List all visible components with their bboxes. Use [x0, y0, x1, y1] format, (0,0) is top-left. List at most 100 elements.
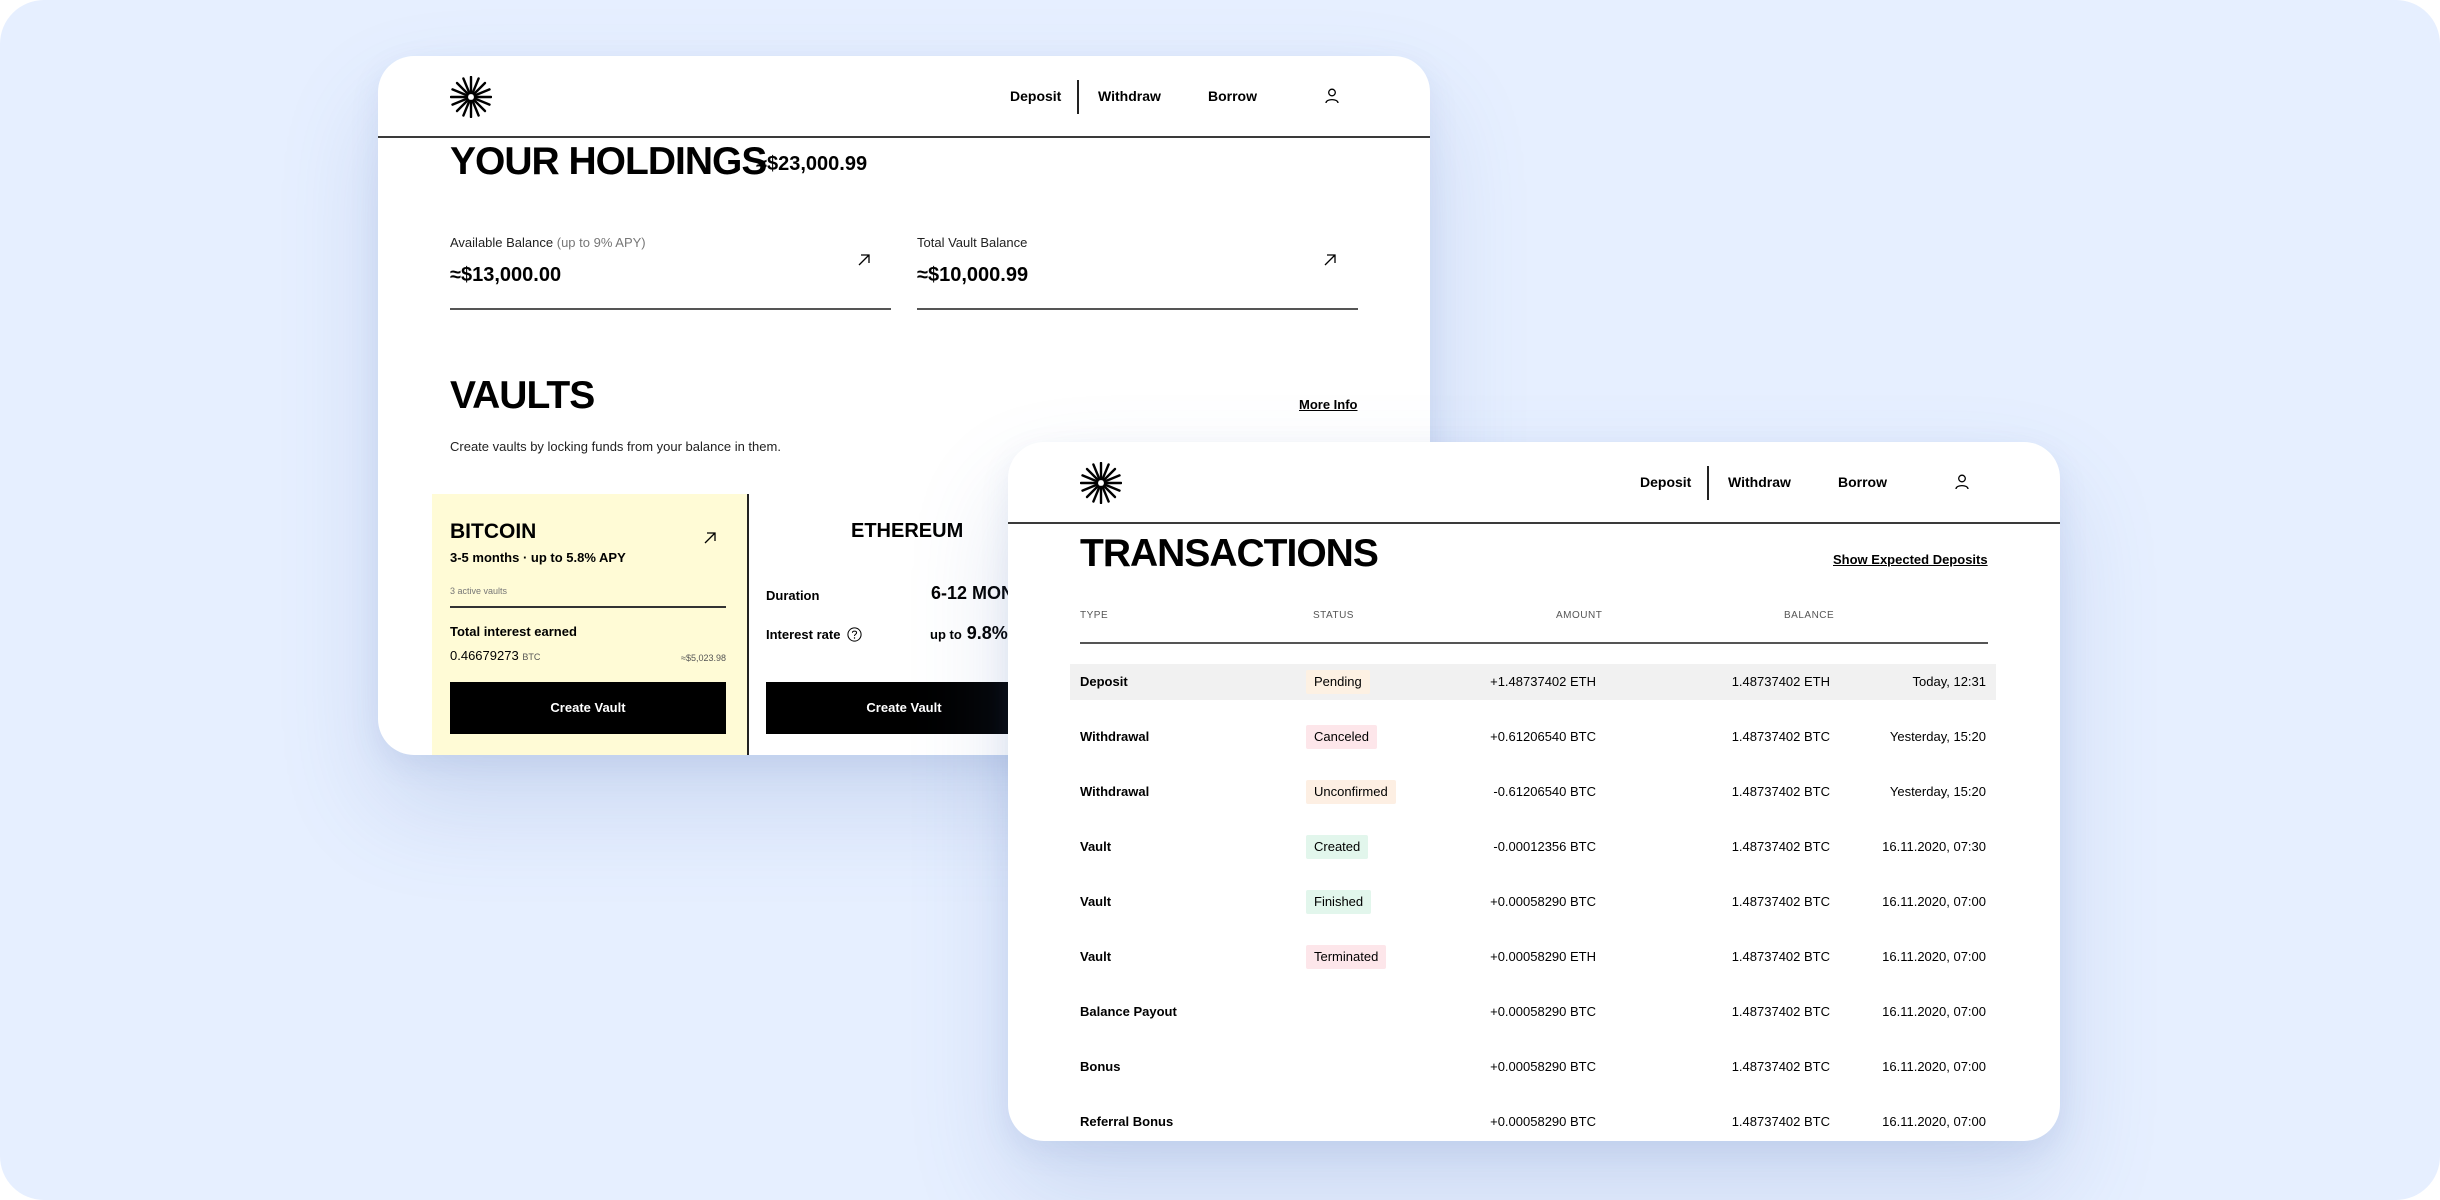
row-balance: 1.48737402 ETH	[1731, 674, 1830, 689]
table-row[interactable]: Balance Payout +0.00058290 BTC 1.4873740…	[1070, 994, 1996, 1030]
vaults-description: Create vaults by locking funds from your…	[450, 439, 781, 454]
nav-borrow[interactable]: Borrow	[1838, 474, 1887, 490]
row-amount: +0.61206540 BTC	[1490, 729, 1596, 744]
duration-label: Duration	[766, 588, 820, 603]
table-row[interactable]: Withdrawal Canceled +0.61206540 BTC 1.48…	[1070, 719, 1996, 755]
row-amount: +0.00058290 BTC	[1490, 1059, 1596, 1074]
total-interest-amount-value: 0.46679273	[450, 648, 519, 663]
question-circle-icon[interactable]	[847, 627, 862, 642]
available-balance-apy-note: (up to 9% APY)	[556, 235, 646, 250]
table-row[interactable]: Deposit Pending +1.48737402 ETH 1.487374…	[1070, 664, 1996, 700]
top-nav-bar: Deposit Withdraw Borrow	[378, 56, 1430, 138]
row-type: Vault	[1080, 949, 1112, 964]
row-balance: 1.48737402 BTC	[1731, 839, 1830, 854]
user-icon[interactable]	[1325, 88, 1339, 104]
nav-withdraw[interactable]: Withdraw	[1728, 474, 1791, 490]
total-interest-unit: BTC	[522, 652, 541, 662]
row-type: Withdrawal	[1080, 784, 1150, 799]
nav-divider	[1707, 466, 1709, 500]
table-header-divider	[1080, 642, 1988, 644]
vault-balance-underline	[917, 308, 1358, 310]
interest-rate-prefix: up to	[930, 627, 962, 642]
column-header-type[interactable]: TYPE	[1080, 610, 1108, 621]
row-amount: +0.00058290 BTC	[1490, 894, 1596, 909]
column-header-status[interactable]: STATUS	[1313, 610, 1354, 621]
starburst-logo-icon[interactable]	[1080, 462, 1122, 504]
interest-rate-label: Interest rate	[766, 627, 841, 642]
row-amount: +0.00058290 BTC	[1490, 1114, 1596, 1129]
nav-divider	[1077, 80, 1079, 114]
bitcoin-active-vaults: 3 active vaults	[450, 586, 508, 596]
row-amount: -0.00012356 BTC	[1493, 839, 1596, 854]
status-badge: Finished	[1306, 890, 1372, 914]
create-vault-ethereum-button[interactable]: Create Vault	[766, 682, 1042, 734]
arrow-up-right-icon[interactable]	[856, 252, 872, 268]
row-type: Vault	[1080, 894, 1112, 909]
arrow-up-right-icon[interactable]	[702, 530, 718, 546]
available-balance-value: ≈$13,000.00	[450, 264, 562, 286]
row-balance: 1.48737402 BTC	[1731, 894, 1830, 909]
nav-borrow[interactable]: Borrow	[1208, 88, 1257, 104]
starburst-logo-icon[interactable]	[450, 76, 492, 118]
row-type: Balance Payout	[1080, 1004, 1177, 1019]
transactions-window: Deposit Withdraw Borrow TRANSACTIONS Sho…	[1008, 442, 2060, 1141]
background: Deposit Withdraw Borrow YOUR HOLDINGS ≈$…	[0, 0, 2440, 1200]
row-date: 16.11.2020, 07:00	[1882, 1004, 1986, 1019]
status-badge: Terminated	[1306, 945, 1387, 969]
bitcoin-vault-subtitle: 3-5 months · up to 5.8% APY	[450, 550, 626, 565]
nav-withdraw[interactable]: Withdraw	[1098, 88, 1161, 104]
row-date: 16.11.2020, 07:00	[1882, 1114, 1986, 1129]
row-balance: 1.48737402 BTC	[1731, 1114, 1830, 1129]
total-interest-amount: 0.46679273 BTC	[450, 648, 540, 663]
create-vault-bitcoin-button[interactable]: Create Vault	[450, 682, 726, 734]
row-date: Yesterday, 15:20	[1889, 784, 1986, 799]
vault-balance-value: ≈$10,000.99	[917, 264, 1029, 286]
nav-deposit[interactable]: Deposit	[1010, 88, 1061, 104]
transactions-title: TRANSACTIONS	[1080, 532, 1379, 575]
bitcoin-vault-card[interactable]: BITCOIN 3-5 months · up to 5.8% APY 3 ac…	[432, 494, 747, 755]
duration-value: 6-12 MON	[931, 583, 1015, 603]
row-type: Bonus	[1080, 1059, 1121, 1074]
table-row[interactable]: Vault Terminated +0.00058290 ETH 1.48737…	[1070, 939, 1996, 975]
row-amount: +1.48737402 ETH	[1490, 674, 1596, 689]
vault-balance-label: Total Vault Balance	[917, 235, 1028, 250]
status-badge: Created	[1306, 835, 1369, 859]
status-badge: Canceled	[1306, 725, 1377, 749]
bitcoin-vault-divider	[450, 606, 726, 608]
user-icon[interactable]	[1955, 474, 1969, 490]
row-balance: 1.48737402 BTC	[1731, 729, 1830, 744]
nav-deposit[interactable]: Deposit	[1640, 474, 1691, 490]
available-balance-label: Available Balance (up to 9% APY)	[450, 235, 646, 250]
status-badge: Pending	[1306, 670, 1370, 694]
row-type: Vault	[1080, 839, 1112, 854]
available-balance-label-text: Available Balance	[450, 235, 554, 250]
more-info-link[interactable]: More Info	[1299, 397, 1358, 412]
column-header-balance[interactable]: BALANCE	[1784, 610, 1834, 621]
row-date: 16.11.2020, 07:00	[1882, 949, 1986, 964]
row-date: Today, 12:31	[1912, 674, 1986, 689]
show-expected-deposits-link[interactable]: Show Expected Deposits	[1833, 552, 1988, 567]
bitcoin-vault-title: BITCOIN	[450, 520, 537, 543]
row-amount: +0.00058290 BTC	[1490, 1004, 1596, 1019]
vaults-title: VAULTS	[450, 374, 595, 417]
row-type: Deposit	[1080, 674, 1128, 689]
table-row[interactable]: Withdrawal Unconfirmed -0.61206540 BTC 1…	[1070, 774, 1996, 810]
column-header-amount[interactable]: AMOUNT	[1556, 610, 1602, 621]
total-interest-fiat: ≈$5,023.98	[681, 653, 726, 663]
row-date: 16.11.2020, 07:30	[1882, 839, 1986, 854]
arrow-up-right-icon[interactable]	[1322, 252, 1338, 268]
table-row[interactable]: Referral Bonus +0.00058290 BTC 1.4873740…	[1070, 1104, 1996, 1140]
vault-card-divider	[747, 494, 749, 755]
available-balance-underline	[450, 308, 891, 310]
row-balance: 1.48737402 BTC	[1731, 1004, 1830, 1019]
table-row[interactable]: Bonus +0.00058290 BTC 1.48737402 BTC 16.…	[1070, 1049, 1996, 1085]
holdings-total: ≈$23,000.99	[756, 153, 868, 175]
table-row[interactable]: Vault Finished +0.00058290 BTC 1.4873740…	[1070, 884, 1996, 920]
row-balance: 1.48737402 BTC	[1731, 1059, 1830, 1074]
row-date: 16.11.2020, 07:00	[1882, 894, 1986, 909]
status-badge: Unconfirmed	[1306, 780, 1396, 804]
row-amount: -0.61206540 BTC	[1493, 784, 1596, 799]
top-nav-bar: Deposit Withdraw Borrow	[1008, 442, 2060, 524]
table-row[interactable]: Vault Created -0.00012356 BTC 1.48737402…	[1070, 829, 1996, 865]
row-type: Referral Bonus	[1080, 1114, 1174, 1129]
